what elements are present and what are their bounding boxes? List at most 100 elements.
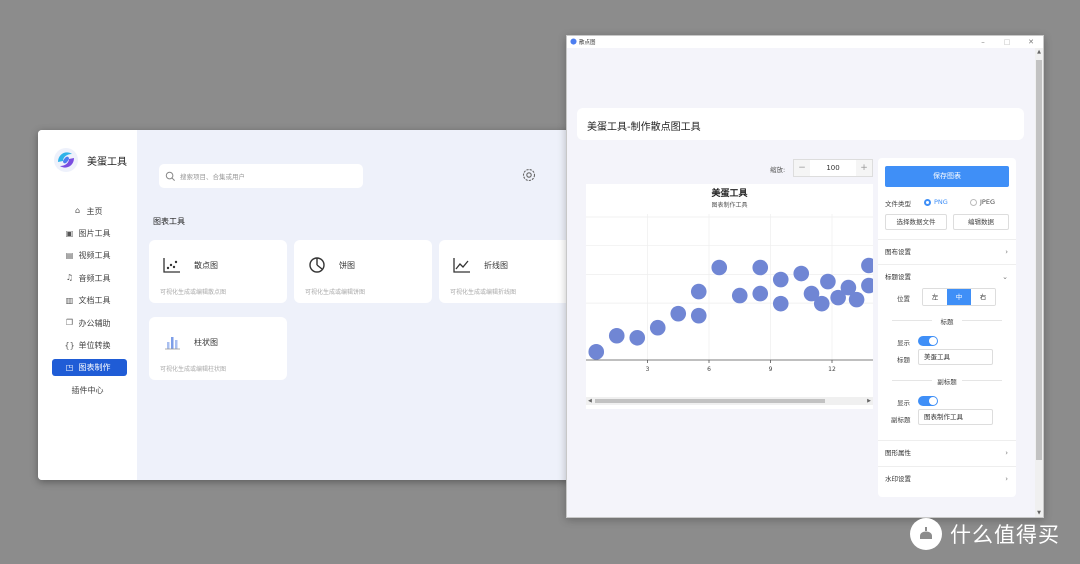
scatter-chart-icon [163,258,180,273]
chevron-right-icon: › [1005,248,1008,256]
scroll-left-icon[interactable]: ◀ [588,397,592,405]
card-scatter[interactable]: 散点图 可视化生成或编辑散点图 [149,240,287,303]
sidebar-item-label: 单位转换 [78,341,111,351]
sidebar-item-image-tools[interactable]: ▣ 图片工具 [38,222,137,244]
save-chart-button[interactable]: 保存图表 [885,166,1009,187]
sidebar-item-unit-convert[interactable]: {} 单位转换 [38,334,137,356]
watermark: 什么值得买 [910,518,1060,550]
close-button[interactable]: ✕ [1019,36,1043,48]
watermark-settings-section[interactable]: 水印设置 › [878,466,1016,490]
sidebar-item-audio-tools[interactable]: ♫ 音频工具 [38,267,137,289]
card-line[interactable]: 折线图 可视化生成或编辑折线图 [439,240,572,303]
section-label: 图布设置 [885,248,911,256]
sidebar-nav: ⌂ 主页 ▣ 图片工具 ▤ 视频工具 ♫ 音频工具 ▥ 文档工具 ❐ 办公辅助 [38,200,137,402]
scroll-right-icon[interactable]: ▶ [867,397,871,405]
x-tick-label: 9 [769,366,773,373]
chart-subtitle: 图表制作工具 [711,201,747,209]
home-icon: ⌂ [74,206,81,216]
chevron-right-icon: › [1005,449,1008,457]
scatter-point [711,259,728,276]
maximize-button[interactable]: □ [995,36,1019,48]
sidebar-item-document-tools[interactable]: ▥ 文档工具 [38,290,137,312]
card-title: 饼图 [339,261,355,270]
window-titlebar: 散点图 – □ ✕ [567,36,1043,48]
title-field-label: 标题 [897,356,910,364]
line-chart-icon [453,258,470,273]
title-position-toggle[interactable]: 左 中 右 [922,288,996,306]
title-input[interactable]: 美蛋工具 [918,349,993,365]
minimize-button[interactable]: – [971,36,995,48]
image-icon: ▣ [65,228,74,238]
zoom-label: 缩放: [770,166,786,174]
scroll-down-icon[interactable]: ▼ [1035,510,1043,516]
scroll-up-icon[interactable]: ▲ [1035,49,1043,55]
scatter-chart-svg: 美蛋工具图表制作工具 3 6 9 12 [586,187,873,373]
position-right-option[interactable]: 右 [971,289,995,305]
edit-data-button[interactable]: 编辑数据 [953,214,1009,230]
app-logo-icon [570,38,577,45]
card-description: 可视化生成或编辑饼图 [305,289,366,296]
scrollbar-thumb[interactable] [595,399,825,403]
scatter-point [731,287,748,304]
settings-panel: 保存图表 文件类型 PNG JPEG 选择数据文件 编辑数据 图布设置 › 标题… [878,158,1016,497]
zoom-value[interactable]: 100 [810,160,856,176]
x-tick-label: 12 [828,366,836,373]
zoom-stepper[interactable]: − 100 + [793,159,873,177]
search-icon [165,171,175,181]
card-description: 可视化生成或编辑散点图 [160,289,227,296]
layout-settings-section[interactable]: 图布设置 › [878,239,1016,263]
video-icon: ▤ [65,250,74,260]
position-center-option[interactable]: 中 [947,289,971,305]
sidebar-item-label: 图表制作 [78,363,111,373]
title-group-label: 标题 [878,316,1016,326]
section-title: 图表工具 [153,217,185,226]
sidebar-item-plugin-center[interactable]: 插件中心 [38,379,137,401]
scatter-point [752,259,769,276]
scatter-point [772,295,789,312]
scatter-point [861,277,873,294]
search-input[interactable]: 搜索项目、合集或用户 [159,164,363,188]
file-type-label: 文件类型 [885,200,911,208]
window-title: 散点图 [579,40,596,46]
file-type-png-radio[interactable]: PNG [924,198,948,206]
scatter-point [690,283,707,300]
title-show-toggle[interactable] [918,336,938,346]
card-pie[interactable]: 饼图 可视化生成或编辑饼图 [294,240,432,303]
scatter-point [588,344,605,360]
subtitle-input[interactable]: 图表制作工具 [918,409,993,425]
subtitle-group-label: 副标题 [878,376,1016,386]
scatter-point [813,295,830,312]
sidebar-item-label: 插件中心 [71,385,104,395]
bar-chart-icon [165,337,180,350]
scatter-point [608,327,625,344]
scrollbar-thumb[interactable] [1036,60,1042,460]
chevron-down-icon: ⌄ [1002,273,1008,281]
horizontal-scrollbar[interactable]: ◀ ▶ [586,397,873,405]
card-title: 折线图 [484,261,508,270]
title-settings-section[interactable]: 标题设置 ⌄ [878,264,1016,288]
scatter-window: 散点图 – □ ✕ ▲ ▼ 美蛋工具-制作散点图工具 缩放: − 100 + 美… [566,35,1044,518]
main-app-window: 美蛋工具 ⌂ 主页 ▣ 图片工具 ▤ 视频工具 ♫ 音频工具 ▥ 文档工具 ❐ … [38,130,572,480]
graph-properties-section[interactable]: 图形属性 › [878,440,1016,464]
position-left-option[interactable]: 左 [923,289,947,305]
sidebar-item-chart-making[interactable]: ◳ 图表制作 [38,357,137,379]
file-type-jpeg-radio[interactable]: JPEG [970,198,995,206]
card-title: 散点图 [194,261,218,270]
sidebar-item-label: 视频工具 [78,251,111,261]
subtitle-show-label: 显示 [897,399,910,407]
scatter-point [820,273,836,290]
gear-icon[interactable] [521,167,537,183]
scatter-chart: 美蛋工具 图表制作工具 3 6 9 12 [586,184,873,409]
subtitle-show-toggle[interactable] [918,396,938,406]
sidebar-item-video-tools[interactable]: ▤ 视频工具 [38,245,137,267]
radio-checked-icon [924,198,931,206]
sidebar-item-office[interactable]: ❐ 办公辅助 [38,312,137,334]
sidebar-item-home[interactable]: ⌂ 主页 [38,200,137,222]
scatter-point [848,291,865,308]
card-bar[interactable]: 柱状图 可视化生成或编辑柱状图 [149,317,287,380]
card-title: 柱状图 [194,338,218,347]
select-data-file-button[interactable]: 选择数据文件 [885,214,947,230]
zoom-minus-button[interactable]: − [794,160,810,176]
vertical-scrollbar[interactable]: ▲ ▼ [1035,48,1043,517]
zoom-plus-button[interactable]: + [856,160,872,176]
